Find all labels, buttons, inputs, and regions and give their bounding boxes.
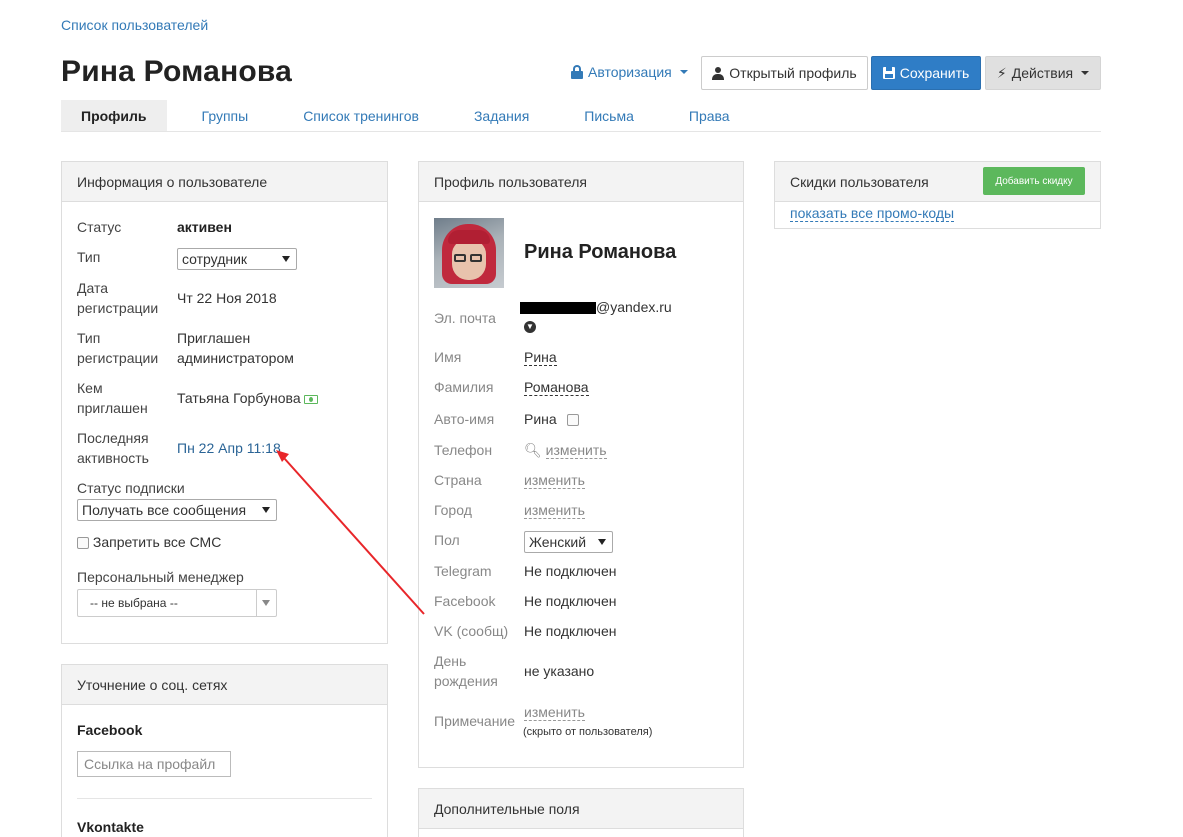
annotation-arrow (276, 450, 425, 615)
